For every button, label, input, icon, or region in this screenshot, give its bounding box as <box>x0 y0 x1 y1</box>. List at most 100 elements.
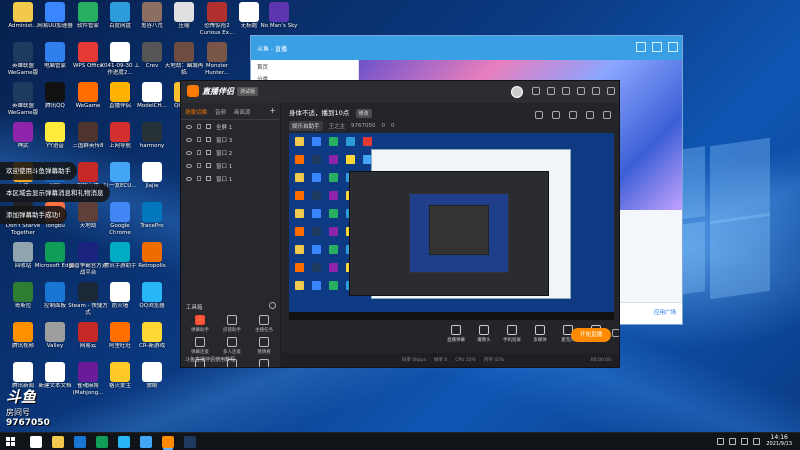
scene-checkbox[interactable] <box>206 124 211 129</box>
tool-button[interactable]: 主播任务 <box>249 315 279 333</box>
scene-item[interactable]: 窗口 3 <box>181 133 280 146</box>
tool-button[interactable]: 弹幕助手 <box>185 315 215 333</box>
scene-item[interactable]: 窗口 1 <box>181 159 280 172</box>
desktop-icon[interactable]: No Man's Sky <box>258 0 300 40</box>
category-chip[interactable]: 娱乐自助手 <box>289 121 323 131</box>
app-icon <box>13 42 33 62</box>
message-icon[interactable] <box>532 87 540 95</box>
preview-icon <box>311 227 321 236</box>
edge-icon[interactable] <box>96 436 108 448</box>
scene-item[interactable]: 全屏 1 <box>181 120 280 133</box>
lock-icon[interactable] <box>197 137 201 142</box>
camera-small-icon[interactable] <box>612 329 619 337</box>
app-icon <box>13 322 33 342</box>
sidebar-item[interactable]: 首页 <box>251 60 358 72</box>
tool-button[interactable]: 多人连麦 <box>217 337 247 355</box>
left-panel: 场景切换 音频 画面源 + 全屏 1 窗口 3 窗口 2 窗口 1 窗口 1 工具箱 弹… <box>181 103 281 367</box>
browser-icon[interactable] <box>140 436 152 448</box>
preview-icon <box>328 137 338 146</box>
ie-icon[interactable] <box>74 436 86 448</box>
desktop-icon[interactable]: Monster Hunter... <box>196 40 238 80</box>
record-icon[interactable] <box>586 111 594 119</box>
tool-button[interactable]: 弹幕连麦 <box>185 337 215 355</box>
network-icon[interactable] <box>729 438 736 445</box>
desktop-icon[interactable]: harmony <box>131 120 173 160</box>
minimize-icon[interactable] <box>577 87 585 95</box>
taskbar-clock[interactable]: 14:16 2021/9/13 <box>766 434 792 447</box>
status-fps: 帧率 0 <box>433 358 448 363</box>
scene-checkbox[interactable] <box>206 150 211 155</box>
tool-label: 多人连麦 <box>223 350 241 355</box>
share-icon[interactable] <box>603 111 611 119</box>
ime-icon[interactable] <box>753 438 760 445</box>
tutorial-link[interactable]: 斗鱼直播伴侣使用教程 <box>185 356 235 363</box>
add-scene-icon[interactable]: + <box>269 106 276 115</box>
visibility-eye-icon[interactable] <box>186 137 192 142</box>
minimize-icon[interactable] <box>636 42 646 52</box>
lock-icon[interactable] <box>552 111 560 119</box>
maximize-icon[interactable] <box>592 87 600 95</box>
windows-start-icon[interactable] <box>6 437 16 447</box>
visibility-eye-icon[interactable] <box>186 124 192 129</box>
room-number-badge: 9767050 <box>6 418 50 428</box>
app-icon <box>78 202 98 222</box>
scene-item[interactable]: 窗口 1 <box>181 172 280 185</box>
streaming-app-icon[interactable] <box>162 436 174 448</box>
lock-icon[interactable] <box>197 176 201 181</box>
lock-icon[interactable] <box>197 150 201 155</box>
toolbar-button[interactable]: 直播弹幕 <box>442 325 470 343</box>
lock-icon[interactable] <box>197 124 201 129</box>
start-live-button[interactable]: 开始直播 <box>571 328 611 342</box>
tab-sound[interactable]: 音频 <box>215 108 226 116</box>
edit-title-button[interactable]: 修改 <box>355 109 372 118</box>
preview-icon <box>294 209 304 218</box>
toolbox-collapse-icon[interactable] <box>269 302 276 309</box>
tool-button[interactable]: 歌词显示 <box>249 359 279 367</box>
scene-list: 全屏 1 窗口 3 窗口 2 窗口 1 窗口 1 <box>181 120 280 185</box>
desktop-icon[interactable]: CR-新游戏 <box>131 320 173 360</box>
desktop-icon[interactable]: 旅眼 <box>131 360 173 400</box>
game-icon[interactable] <box>184 436 196 448</box>
tool-button[interactable]: 猜猜看 <box>249 337 279 355</box>
browser-titlebar[interactable]: 斗鱼 - 直播 <box>251 36 682 60</box>
close-icon[interactable] <box>668 42 678 52</box>
app-square-button[interactable]: 应用广场 <box>654 308 676 316</box>
tab-canvas[interactable]: 画面源 <box>234 108 251 116</box>
visibility-eye-icon[interactable] <box>186 176 192 181</box>
toolbar-button[interactable]: 摄像头 <box>470 325 498 343</box>
file-explorer-icon[interactable] <box>52 436 64 448</box>
toolbar-button[interactable]: 多媒体 <box>526 325 554 343</box>
desktop-icon-label: QQ浏览器 <box>139 303 165 309</box>
volume-icon[interactable] <box>741 438 748 445</box>
app-icon <box>45 242 65 262</box>
desktop-icon[interactable]: Retropolis <box>131 240 173 280</box>
scene-checkbox[interactable] <box>206 137 211 142</box>
tool-button[interactable]: 房管助手 <box>217 315 247 333</box>
gift-icon[interactable] <box>569 111 577 119</box>
search-icon[interactable] <box>30 436 42 448</box>
app-header[interactable]: 直播伴侣 测试版 <box>181 81 619 103</box>
menu-icon[interactable] <box>562 87 570 95</box>
settings-icon[interactable] <box>547 87 555 95</box>
toolbar-button[interactable]: 手机投屏 <box>498 325 526 343</box>
desktop-icon[interactable]: Jiajie <box>131 160 173 200</box>
streaming-app-window[interactable]: 直播伴侣 测试版 场景切换 音频 画面源 + 全屏 1 窗口 3 窗口 2 窗口 1 窗… <box>180 80 620 368</box>
preview-icon <box>294 281 304 290</box>
tab-scenes[interactable]: 场景切换 <box>185 108 207 116</box>
close-icon[interactable] <box>607 87 615 95</box>
live-preview[interactable] <box>289 133 614 320</box>
shop-icon[interactable] <box>535 111 543 119</box>
desktop-icon[interactable]: QQ浏览器 <box>131 280 173 320</box>
tray-up-arrow-icon[interactable] <box>717 438 724 445</box>
scene-checkbox[interactable] <box>206 176 211 181</box>
visibility-eye-icon[interactable] <box>186 150 192 155</box>
app-icon <box>174 42 194 62</box>
lock-icon[interactable] <box>197 163 201 168</box>
maximize-icon[interactable] <box>652 42 662 52</box>
desktop-icon[interactable]: TracePro <box>131 200 173 240</box>
qq-browser-icon[interactable] <box>118 436 130 448</box>
visibility-eye-icon[interactable] <box>186 163 192 168</box>
scene-item[interactable]: 窗口 2 <box>181 146 280 159</box>
avatar[interactable] <box>511 86 523 98</box>
scene-checkbox[interactable] <box>206 163 211 168</box>
